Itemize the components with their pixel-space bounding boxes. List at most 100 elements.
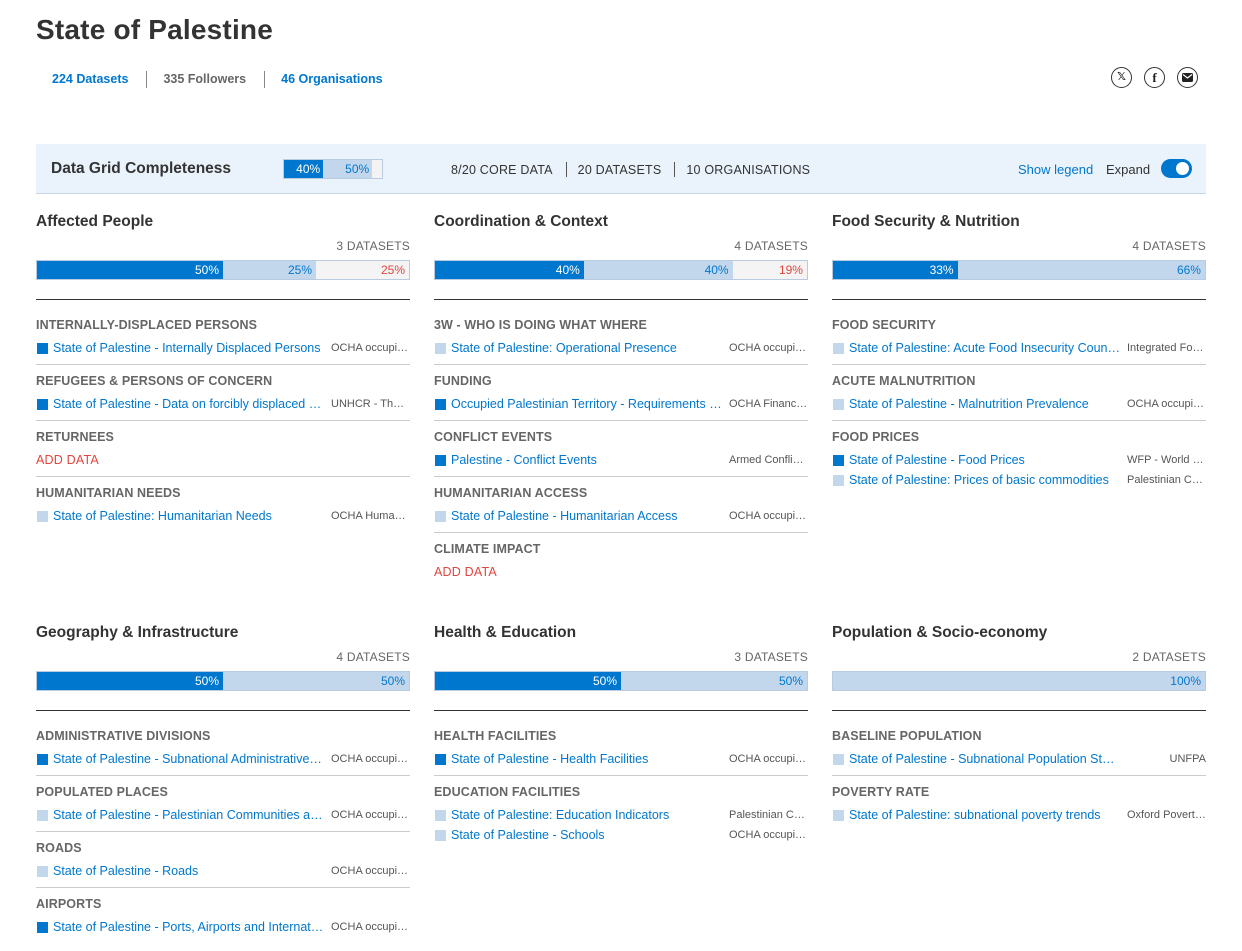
dataset-link[interactable]: State of Palestine - Data on forcibly di… <box>53 397 325 411</box>
dataset-organisation[interactable]: OCHA Financial Tracking Service <box>723 398 808 410</box>
dataset-organisation[interactable]: UNFPA <box>1121 753 1206 765</box>
dataset-organisation[interactable]: OCHA occupied Palestinian territory <box>723 829 808 841</box>
dataset-organisation[interactable]: Oxford Poverty and Human Development Ini… <box>1121 809 1206 821</box>
dataset-row: State of Palestine: subnational poverty … <box>832 805 1206 825</box>
subcategory-food-security: FOOD SECURITY State of Palestine: Acute F… <box>832 318 1206 365</box>
category-completeness-bar: 50% 50% <box>434 671 808 691</box>
other-data-icon <box>37 865 48 877</box>
dataset-link[interactable]: State of Palestine - Palestinian Communi… <box>53 808 325 822</box>
dataset-link[interactable]: State of Palestine - Subnational Adminis… <box>53 752 325 766</box>
subcategory-title: EDUCATION FACILITIES <box>434 785 581 799</box>
category-divider <box>434 299 808 300</box>
dataset-organisation[interactable]: OCHA occupied Palestinian territory <box>723 342 808 354</box>
dataset-organisation[interactable]: OCHA occupied Palestinian territory <box>723 753 808 765</box>
dataset-row: Occupied Palestinian Territory - Require… <box>434 394 808 414</box>
other-segment: 50% <box>323 160 373 178</box>
dataset-row: State of Palestine: Acute Food Insecurit… <box>832 338 1206 358</box>
show-legend-link[interactable]: Show legend <box>1018 162 1093 177</box>
dataset-organisation[interactable]: Palestinian Central Bureau of Statistics <box>723 809 808 821</box>
dataset-link[interactable]: State of Palestine: Education Indicators <box>451 808 723 822</box>
counts-divider <box>565 162 567 177</box>
dataset-row: State of Palestine - Data on forcibly di… <box>36 394 410 414</box>
dataset-link[interactable]: State of Palestine: Prices of basic comm… <box>849 473 1121 487</box>
other-segment: 50% <box>223 672 409 690</box>
dataset-link[interactable]: State of Palestine: subnational poverty … <box>849 808 1121 822</box>
category-coordination-and-context: Coordination & Context 4 DATASETS 40% 40% 19… <box>434 204 808 588</box>
category-completeness-bar: 50% 25% 25% <box>36 260 410 280</box>
core-segment: 40% <box>284 160 324 178</box>
category-affected-people: Affected People 3 DATASETS 50% 25% 25% INTERN… <box>36 204 410 532</box>
category-divider <box>36 299 410 300</box>
dataset-organisation[interactable]: OCHA occupied Palestinian territory <box>325 753 410 765</box>
category-dataset-count: 2 DATASETS <box>1132 650 1206 664</box>
dataset-link[interactable]: State of Palestine - Roads <box>53 864 325 878</box>
dataset-organisation[interactable]: OCHA occupied Palestinian territory <box>325 865 410 877</box>
dataset-row: State of Palestine: Operational Presence… <box>434 338 808 358</box>
organisations-link[interactable]: 46 Organisations <box>281 72 382 86</box>
dataset-link[interactable]: State of Palestine - Subnational Populat… <box>849 752 1121 766</box>
datasets-link[interactable]: 224 Datasets <box>52 72 128 86</box>
dataset-organisation[interactable]: OCHA occupied Palestinian territory <box>325 921 410 933</box>
dataset-link[interactable]: Palestine - Conflict Events <box>451 453 723 467</box>
dataset-link[interactable]: State of Palestine - Food Prices <box>849 453 1121 467</box>
dataset-organisation[interactable]: UNHCR - The UN Refugee Agency <box>325 398 410 410</box>
dataset-link[interactable]: State of Palestine - Schools <box>451 828 723 842</box>
facebook-share-icon[interactable]: f <box>1144 67 1165 88</box>
data-grid-counts: 8/20 CORE DATA 20 DATASETS 10 ORGANISATI… <box>451 162 810 177</box>
subcategory-food-prices: FOOD PRICES State of Palestine - Food Pri… <box>832 430 1206 496</box>
dataset-link[interactable]: State of Palestine: Operational Presence <box>451 341 723 355</box>
subcategory-populated-places: POPULATED PLACES State of Palestine - Pal… <box>36 785 410 832</box>
dataset-link[interactable]: State of Palestine: Humanitarian Needs <box>53 509 325 523</box>
dataset-link[interactable]: State of Palestine - Health Facilities <box>451 752 723 766</box>
add-data-link[interactable]: ADD DATA <box>434 562 808 582</box>
missing-segment: 25% <box>316 261 409 279</box>
category-divider <box>832 299 1206 300</box>
x-share-icon[interactable]: 𝕏 <box>1111 67 1132 88</box>
dataset-link[interactable]: State of Palestine - Internally Displace… <box>53 341 325 355</box>
dataset-link[interactable]: State of Palestine - Ports, Airports and… <box>53 920 325 934</box>
other-data-icon <box>435 829 446 841</box>
dataset-organisation[interactable]: WFP - World Food Programme <box>1121 454 1206 466</box>
category-health-and-education: Health & Education 3 DATASETS 50% 50% HEALTH… <box>434 615 808 851</box>
subcategory-title: RETURNEES <box>36 430 114 444</box>
share-buttons: 𝕏 f <box>1111 67 1198 88</box>
page-title: State of Palestine <box>36 14 274 45</box>
dataset-organisation[interactable]: OCHA occupied Palestinian territory <box>723 510 808 522</box>
dataset-organisation[interactable]: Palestinian Central Bureau of Statistics <box>1121 474 1206 486</box>
subcategory-title: BASELINE POPULATION <box>832 729 982 743</box>
add-data-link[interactable]: ADD DATA <box>36 450 410 470</box>
subcategory-climate-impact: CLIMATE IMPACT ADD DATA <box>434 542 808 588</box>
dataset-link[interactable]: State of Palestine - Malnutrition Preval… <box>849 397 1121 411</box>
core-data-icon <box>37 398 48 410</box>
other-data-icon <box>833 753 844 765</box>
stats-divider <box>264 70 266 88</box>
dataset-link[interactable]: Occupied Palestinian Territory - Require… <box>451 397 723 411</box>
dataset-link[interactable]: State of Palestine: Acute Food Insecurit… <box>849 341 1121 355</box>
dataset-organisation[interactable]: OCHA occupied Palestinian territory <box>325 342 410 354</box>
subcategory-title: ACUTE MALNUTRITION <box>832 374 976 388</box>
subcategory-title: POVERTY RATE <box>832 785 930 799</box>
core-segment: 50% <box>37 261 223 279</box>
dataset-organisation[interactable]: OCHA occupied Palestinian territory <box>325 809 410 821</box>
category-dataset-count: 4 DATASETS <box>1132 239 1206 253</box>
subcategory-title: REFUGEES & PERSONS OF CONCERN <box>36 374 273 388</box>
subcategory-poverty-rate: POVERTY RATE State of Palestine: subnatio… <box>832 785 1206 831</box>
dataset-organisation[interactable]: OCHA Humanitarian Programme Cycle <box>325 510 410 522</box>
dataset-row: State of Palestine - Subnational Adminis… <box>36 749 410 769</box>
other-data-icon <box>37 809 48 821</box>
category-completeness-bar: 50% 50% <box>36 671 410 691</box>
dataset-organisation[interactable]: Armed Conflict Location & Event Data <box>723 454 808 466</box>
dataset-row: State of Palestine - Food Prices WFP - Wo… <box>832 450 1206 470</box>
dataset-row: State of Palestine - Ports, Airports and… <box>36 917 410 937</box>
dataset-link[interactable]: State of Palestine - Humanitarian Access <box>451 509 723 523</box>
core-segment: 50% <box>37 672 223 690</box>
dataset-row: State of Palestine - Humanitarian Access… <box>434 506 808 526</box>
dataset-row: State of Palestine - Roads OCHA occupied … <box>36 861 410 881</box>
dataset-organisation[interactable]: OCHA occupied Palestinian territory <box>1121 398 1206 410</box>
dataset-row: State of Palestine: Humanitarian Needs OC… <box>36 506 410 526</box>
other-data-icon <box>435 809 446 821</box>
expand-toggle[interactable] <box>1161 159 1192 178</box>
email-share-icon[interactable] <box>1177 67 1198 88</box>
subcategory-title: ADMINISTRATIVE DIVISIONS <box>36 729 211 743</box>
dataset-organisation[interactable]: Integrated Food Security Phase Classific… <box>1121 342 1206 354</box>
